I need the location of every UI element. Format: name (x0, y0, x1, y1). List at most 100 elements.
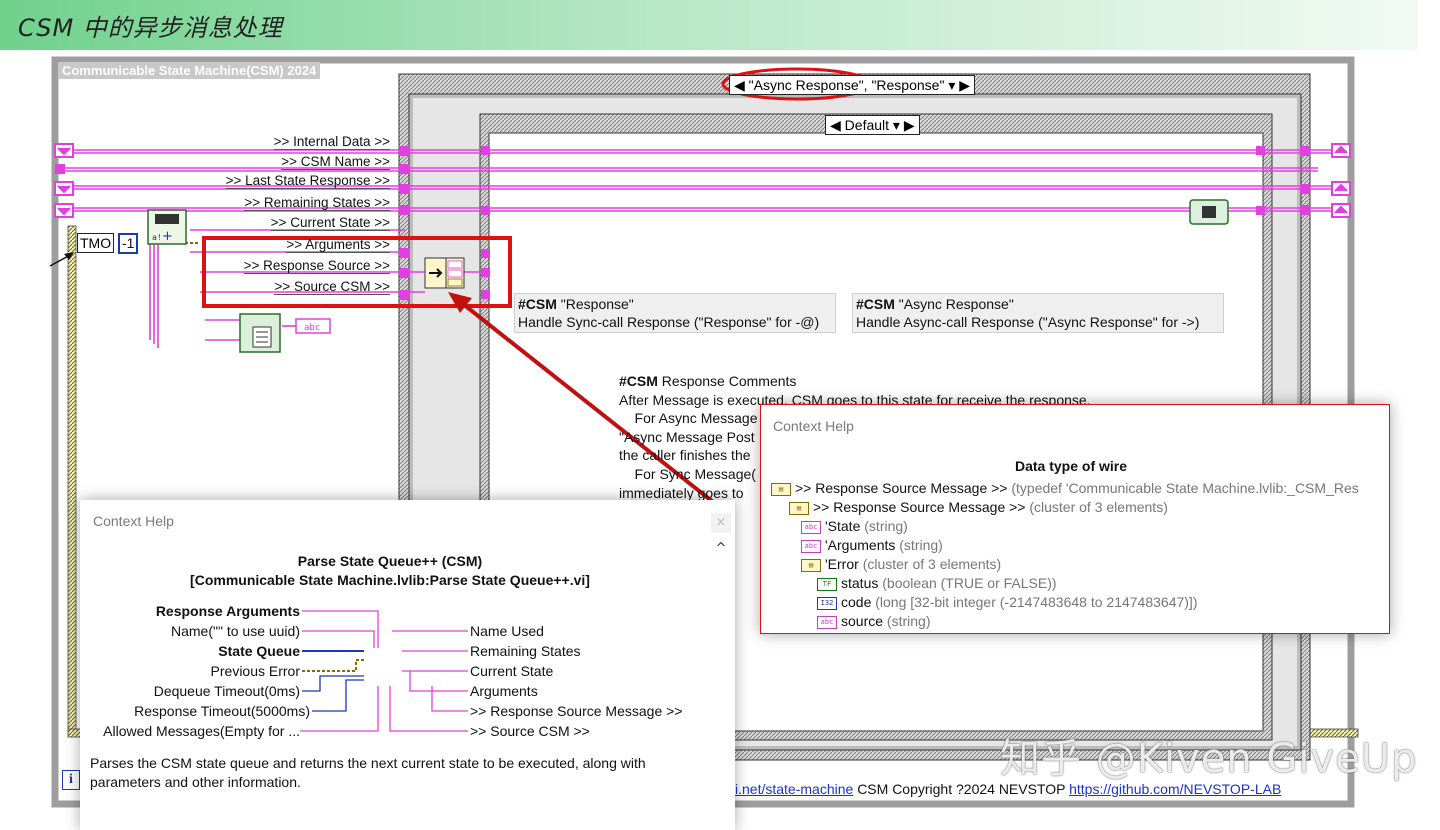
tree-row-detail: (typedef 'Communicable State Machine.lvl… (1011, 480, 1359, 496)
svg-text:+: + (162, 229, 173, 244)
comment-response: #CSM "Response" Handle Sync-call Respons… (514, 293, 836, 333)
footer-link-docs[interactable]: i.net/state-machine (735, 781, 853, 797)
cluster-icon: ▤ (801, 558, 821, 572)
tree-row-name: 'Arguments (825, 537, 896, 553)
context-help-window-wire: Context Help Data type of wire ▤ >> Respo… (760, 404, 1390, 634)
csm-frame-label: Communicable State Machine(CSM) 2024 (58, 62, 321, 79)
close-icon[interactable]: × (711, 513, 731, 533)
parse-state-queue-vi-icon: a! + (147, 209, 187, 245)
string-icon: abc (801, 539, 821, 553)
label-last-state-response: >> Last State Response >> (225, 173, 390, 189)
tree-row-detail: (string) (886, 613, 931, 629)
tmo-label: TMO (77, 233, 115, 253)
string-icon: abc (817, 615, 837, 629)
watermark: 知乎 @Kiven GiveUp (1000, 736, 1418, 782)
inner-case-selector-value: Default (844, 117, 890, 133)
vi-description-line: parameters and other information. (90, 773, 301, 790)
input-terminal-label: Previous Error (210, 663, 300, 679)
tree-row-detail: (boolean (TRUE or FALSE)) (882, 575, 1057, 591)
tree-row: abc 'Arguments (string) (771, 536, 1359, 555)
tree-row-detail: (string) (864, 518, 908, 534)
case-dropdown-icon[interactable]: ▾ (893, 117, 900, 133)
label-arguments: >> Arguments >> (286, 237, 390, 253)
comment-title: "Response" (560, 296, 634, 312)
outer-case-selector-value: "Async Response", "Response" (748, 77, 945, 93)
case-prev-arrow-icon[interactable]: ◀ (734, 77, 745, 93)
label-remaining-states: >> Remaining States >> (244, 195, 390, 211)
i32-icon: I32 (817, 596, 837, 610)
input-terminal-label: Response Timeout(5000ms) (134, 703, 310, 719)
string-icon: abc (801, 520, 821, 534)
comment-tag: #CSM (518, 296, 557, 312)
comment-tag: #CSM (619, 373, 658, 389)
string-constant-icon: abc (295, 318, 331, 334)
wire-type-tree: ▤ >> Response Source Message >> (typedef … (771, 479, 1359, 631)
input-terminal-label: Response Arguments (155, 603, 300, 619)
wire-type-heading: Data type of wire (1014, 458, 1128, 474)
tree-row-name: >> Response Source Message >> (795, 480, 1008, 496)
tree-row-detail: (cluster of 3 elements) (1029, 499, 1168, 515)
input-terminal-label: Name("" to use uuid) (171, 623, 300, 639)
input-terminal-label: State Queue (218, 643, 300, 659)
tree-row-name: source (841, 613, 884, 629)
comment-title: Response Comments (661, 373, 797, 389)
comment-tag: #CSM (856, 296, 895, 312)
tree-row-name: 'State (825, 518, 861, 534)
comment-async-response: #CSM "Async Response" Handle Async-call … (852, 293, 1224, 333)
tree-row: TF status (boolean (TRUE or FALSE)) (771, 574, 1359, 593)
output-terminal-label: >> Response Source Message >> (470, 703, 683, 719)
tree-row: abc 'State (string) (771, 517, 1359, 536)
tree-row-detail: (string) (899, 537, 943, 553)
tree-row-detail: (long [32-bit integer (-2147483648 to 21… (875, 594, 1198, 610)
output-terminal-label: Current State (470, 663, 554, 679)
vi-description-line: Parses the CSM state queue and returns t… (90, 755, 646, 771)
case-dropdown-icon[interactable]: ▾ (948, 77, 955, 93)
context-help-window-vi: Context Help Parse State Queue++ (CSM) [… (80, 500, 735, 830)
tree-row-name: code (841, 594, 872, 610)
label-source-csm: >> Source CSM >> (274, 279, 390, 295)
output-terminal-label: Remaining States (470, 643, 581, 659)
comment-title: "Async Response" (898, 296, 1014, 312)
tree-row: abc source (string) (771, 612, 1359, 631)
cluster-icon: ▤ (771, 482, 791, 496)
svg-text:abc: abc (304, 323, 320, 333)
label-response-source: >> Response Source >> (243, 258, 390, 274)
context-help-title: Context Help (93, 513, 174, 529)
context-help-title: Context Help (773, 418, 854, 434)
comment-desc: Handle Sync-call Response ("Response" fo… (518, 314, 820, 330)
label-current-state: >> Current State >> (270, 215, 390, 231)
boolean-icon: TF (817, 577, 837, 591)
tmo-value-constant[interactable]: -1 (118, 233, 139, 254)
output-terminal-label: >> Source CSM >> (470, 723, 590, 739)
outer-case-selector[interactable]: ◀ "Async Response", "Response" ▾ ▶ (729, 75, 976, 95)
output-terminal-label: Name Used (470, 623, 544, 639)
vi-description: Parses the CSM state queue and returns t… (90, 754, 646, 791)
case-next-arrow-icon[interactable]: ▶ (904, 117, 915, 133)
info-icon[interactable]: i (62, 770, 80, 790)
case-prev-arrow-icon[interactable]: ◀ (830, 117, 841, 133)
tree-row-name: status (841, 575, 879, 591)
label-internal-data: >> Internal Data >> (273, 134, 390, 150)
shift-register-right (1331, 143, 1351, 218)
inner-case-selector[interactable]: ◀ Default ▾ ▶ (825, 115, 920, 135)
tree-row: ▤ >> Response Source Message >> (cluster … (771, 498, 1359, 517)
tree-row-name: 'Error (825, 556, 859, 572)
case-next-arrow-icon[interactable]: ▶ (959, 77, 970, 93)
label-csm-name: >> CSM Name >> (281, 154, 390, 170)
comment-desc: Handle Async-call Response ("Async Respo… (856, 314, 1200, 330)
output-terminal-label: Arguments (470, 683, 538, 699)
tree-row: ▤ >> Response Source Message >> (typedef … (771, 479, 1359, 498)
vi-path-heading: [Communicable State Machine.lvlib:Parse … (190, 572, 590, 588)
input-terminal-label: Allowed Messages(Empty for ... (103, 723, 300, 739)
bundle-by-name-node (424, 257, 465, 289)
tree-row: ▤ 'Error (cluster of 3 elements) (771, 555, 1359, 574)
vi-name-heading: Parse State Queue++ (CSM) (297, 553, 483, 569)
tree-row: I32 code (long [32-bit integer (-21474836… (771, 593, 1359, 612)
tree-row-name: >> Response Source Message >> (813, 499, 1026, 515)
input-terminal-label: Dequeue Timeout(0ms) (153, 683, 300, 699)
cluster-icon: ▤ (789, 501, 809, 515)
scroll-up-icon[interactable]: ^ (712, 540, 730, 558)
svg-text:a!: a! (152, 233, 162, 242)
csm-bundle-vi-icon (1189, 199, 1229, 225)
csm-helper-vi-icon (239, 313, 281, 353)
